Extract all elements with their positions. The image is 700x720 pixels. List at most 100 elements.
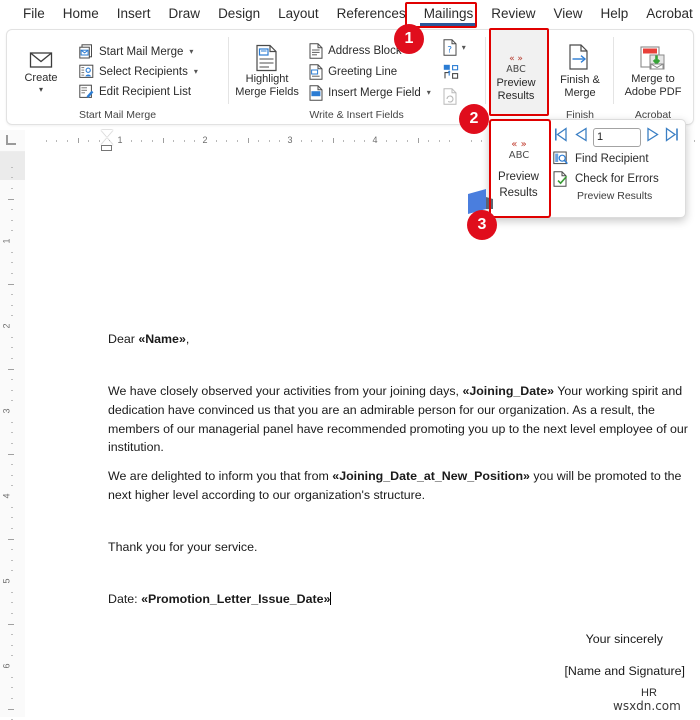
flyout-preview-results-button[interactable]: « » ABC Preview Results (490, 120, 547, 217)
paragraph-date-line[interactable]: Date: «Promotion_Letter_Issue_Date» (108, 590, 690, 609)
start-mail-merge-command-list: Start Mail Merge ▾ Select Recipients ▾ E… (77, 43, 202, 100)
preview-results-label: Preview Results (496, 77, 536, 102)
ribbon-group-write-insert-fields: Highlight Merge Fields Address Block Gre… (228, 30, 485, 124)
tab-mailings[interactable]: Mailings (415, 4, 483, 26)
document-page[interactable]: Dear «Name», We have closely observed yo… (25, 152, 700, 717)
insert-merge-field-button[interactable]: Insert Merge Field ▾ (307, 84, 435, 102)
finish-and-merge-label: Finish & Merge (560, 74, 600, 99)
next-record-icon[interactable] (646, 127, 660, 147)
chevron-down-icon[interactable]: ▾ (194, 67, 198, 76)
chevron-down-icon[interactable]: ▾ (39, 85, 43, 94)
first-record-icon[interactable] (553, 127, 569, 147)
merge-adobe-pdf-icon (636, 44, 670, 72)
edit-recipient-list-label: Edit Recipient List (99, 85, 192, 98)
previous-record-icon[interactable] (574, 127, 588, 147)
tab-design[interactable]: Design (209, 4, 269, 23)
tab-acrobat[interactable]: Acrobat (637, 4, 700, 23)
tab-help[interactable]: Help (592, 4, 638, 23)
ribbon-group-preview-results: « » ABC Preview Results (485, 30, 547, 124)
callout-badge-1: 1 (394, 24, 424, 54)
tab-insert[interactable]: Insert (108, 4, 160, 23)
finish-merge-icon (564, 43, 596, 73)
match-fields-icon (443, 64, 460, 80)
vertical-ruler[interactable]: 123456 (0, 152, 25, 720)
chevron-down-icon[interactable]: ▾ (189, 47, 193, 56)
tab-home[interactable]: Home (54, 4, 108, 23)
update-labels-icon (443, 87, 458, 105)
svg-text:« »: « » (511, 139, 526, 150)
start-mail-merge-icon (79, 44, 94, 59)
envelope-icon (27, 49, 55, 71)
body1-run-1: We have closely observed your activities… (108, 383, 463, 398)
check-for-errors-icon (553, 171, 569, 187)
paragraph-thank-you[interactable]: Thank you for your service. (108, 538, 690, 557)
hr-signature-text: HR (641, 687, 657, 699)
chevron-down-icon[interactable]: ▾ (462, 43, 466, 52)
greeting-line-button[interactable]: Greeting Line (307, 63, 435, 81)
greeting-line-icon (309, 63, 323, 80)
left-indent-marker[interactable] (101, 145, 112, 151)
salutation-run-3: , (185, 332, 190, 346)
paragraph-your-sincerely[interactable]: Your sincerely (108, 630, 690, 649)
tab-draw[interactable]: Draw (160, 4, 210, 23)
select-recipients-button[interactable]: Select Recipients ▾ (77, 63, 202, 80)
salutation-run-1: Dear (108, 332, 139, 346)
chevron-down-icon[interactable]: ▾ (427, 88, 431, 97)
ribbon-tab-bar: File Home Insert Draw Design Layout Refe… (0, 0, 700, 26)
svg-text:?: ? (447, 45, 452, 55)
svg-text:ABC: ABC (508, 150, 529, 161)
abc-preview-icon: « » ABC (501, 137, 537, 165)
record-number-input[interactable] (593, 127, 641, 147)
address-block-icon (309, 42, 323, 59)
rules-button[interactable]: ? ▾ (441, 38, 470, 57)
check-for-errors-button[interactable]: Check for Errors (551, 169, 681, 189)
address-block-label: Address Block (328, 44, 402, 57)
tab-references[interactable]: References (328, 4, 415, 23)
tab-file[interactable]: File (14, 4, 54, 23)
paragraph-salutation[interactable]: Dear «Name», (108, 330, 690, 349)
first-line-indent-marker[interactable] (101, 130, 113, 137)
create-button[interactable]: Create ▾ (13, 47, 69, 96)
paragraph-body-1[interactable]: We have closely observed your activities… (108, 382, 690, 457)
ribbon: Create ▾ Start Mail Merge ▾ Select Recip… (6, 29, 694, 125)
preview-results-button[interactable]: « » ABC Preview Results (491, 50, 541, 104)
flyout-right-pane: Find Recipient Check for Errors Preview … (547, 120, 685, 217)
flyout-group-label: Preview Results (577, 190, 653, 202)
select-recipients-icon (79, 64, 94, 79)
find-recipient-icon (553, 151, 569, 167)
highlight-merge-fields-button[interactable]: Highlight Merge Fields (234, 42, 300, 100)
create-button-label: Create (24, 72, 58, 85)
text-cursor (330, 591, 332, 605)
tab-layout[interactable]: Layout (269, 4, 328, 23)
date-label: Date: (108, 591, 142, 606)
tab-review[interactable]: Review (482, 4, 544, 23)
check-for-errors-label: Check for Errors (575, 173, 659, 185)
flyout-preview-results-label-line1: Preview (498, 171, 539, 184)
tab-view[interactable]: View (544, 4, 591, 23)
preview-results-flyout[interactable]: « » ABC Preview Results 1 Find Recipient… (489, 119, 686, 218)
body2-run-1: We are delighted to inform you that from (108, 469, 333, 484)
finish-and-merge-button[interactable]: Finish & Merge (553, 41, 607, 101)
merge-field-joining-date-new-position: «Joining_Date_at_New_Position» (332, 469, 530, 484)
edit-recipient-list-icon (79, 84, 94, 99)
highlight-merge-fields-label: Highlight Merge Fields (235, 73, 299, 98)
document-body[interactable]: Dear «Name», We have closely observed yo… (108, 152, 690, 681)
hanging-indent-marker[interactable] (101, 138, 113, 145)
tab-stop-selector-icon[interactable] (6, 135, 16, 145)
select-recipients-label: Select Recipients (99, 65, 188, 78)
svg-text:« »: « » (509, 54, 523, 64)
update-labels-button[interactable] (441, 87, 470, 106)
edit-recipient-list-button[interactable]: Edit Recipient List (77, 83, 202, 100)
paragraph-name-and-signature[interactable]: [Name and Signature] (108, 662, 690, 681)
find-recipient-button[interactable]: Find Recipient (551, 149, 681, 169)
start-mail-merge-label: Start Mail Merge (99, 45, 184, 58)
site-watermark: wsxdn.com (613, 699, 681, 713)
start-mail-merge-button[interactable]: Start Mail Merge ▾ (77, 43, 202, 60)
last-record-icon[interactable] (665, 127, 681, 147)
group-label-start-mail-merge: Start Mail Merge (79, 109, 157, 121)
merge-field-name: «Name» (138, 332, 186, 346)
paragraph-body-2[interactable]: We are delighted to inform you that from… (108, 467, 690, 505)
merge-to-adobe-pdf-button[interactable]: Merge to Adobe PDF (619, 42, 687, 100)
name-and-signature-text: [Name and Signature] (564, 664, 685, 679)
match-fields-button[interactable] (441, 63, 470, 81)
